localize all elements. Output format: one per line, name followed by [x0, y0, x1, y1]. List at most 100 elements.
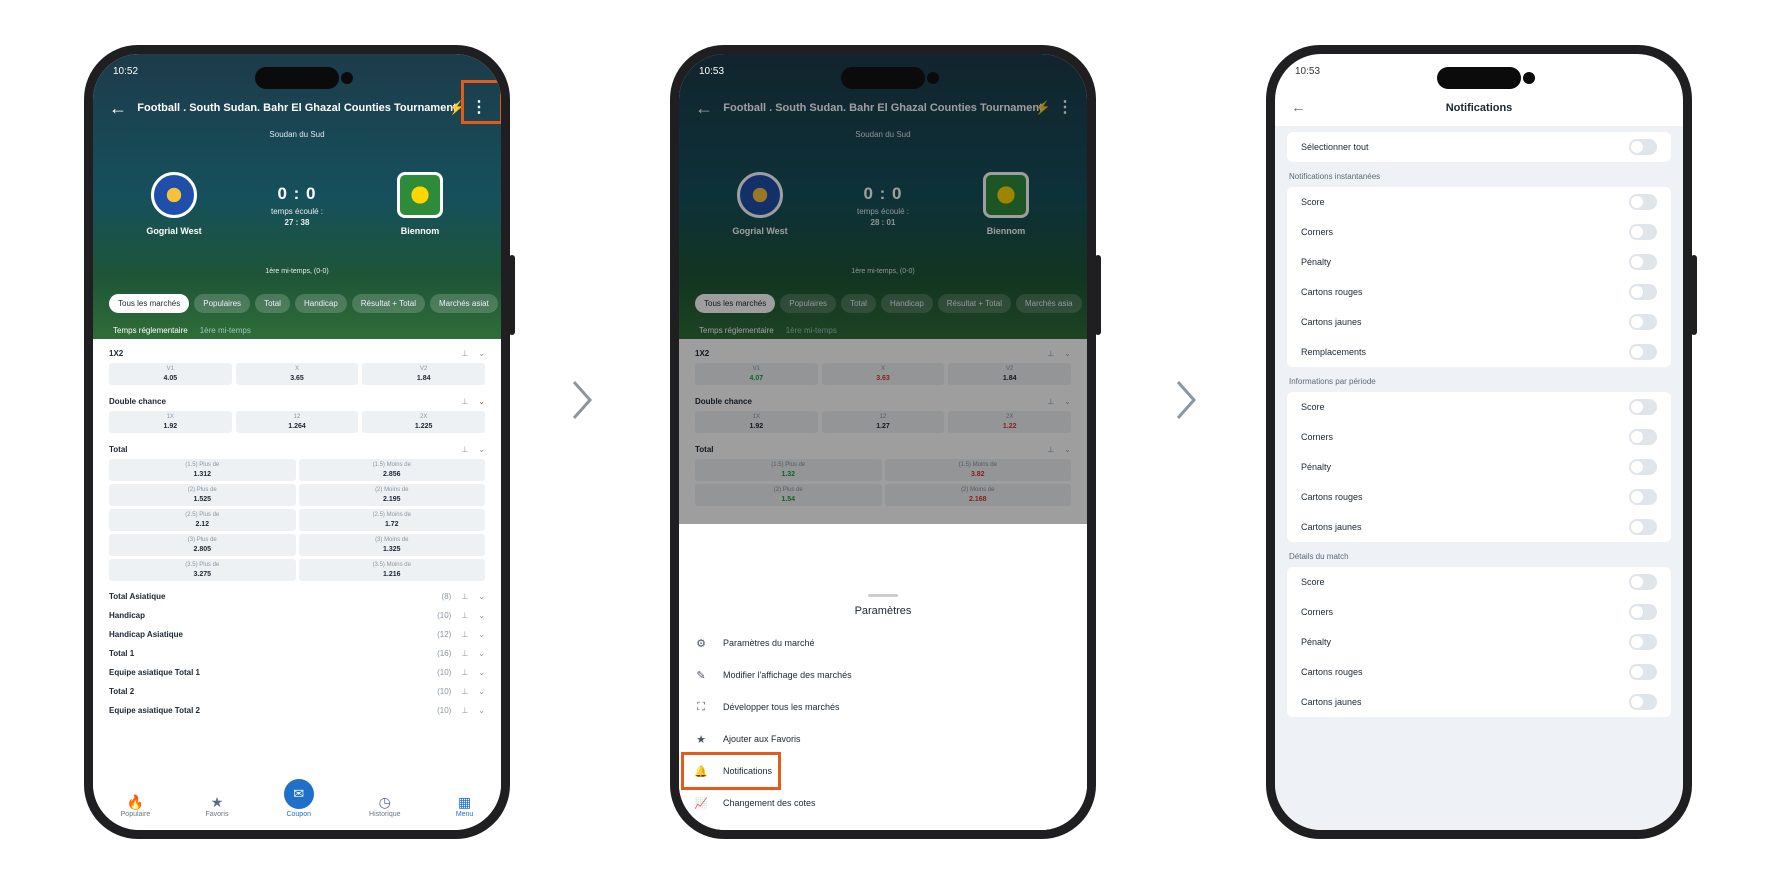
tab-history[interactable]: ◷ Historique	[369, 794, 401, 818]
chevron-down-icon[interactable]: ⌄	[478, 592, 485, 601]
odd-button[interactable]: X 3.65	[235, 363, 359, 385]
tab-first-half[interactable]: 1ère mi-temps	[200, 326, 251, 335]
odd-button[interactable]: (2) Moins de 2.195	[298, 484, 485, 506]
toggle-switch[interactable]	[1629, 194, 1657, 210]
chip-all-markets[interactable]: Tous les marchés	[109, 294, 190, 313]
toggle-switch[interactable]	[1629, 574, 1657, 590]
odd-button[interactable]: (2) Plus de 1.525	[109, 484, 296, 506]
toggle-switch[interactable]	[1629, 459, 1657, 475]
toggle-row[interactable]: Corners	[1301, 597, 1657, 627]
pin-icon[interactable]: ⊥	[461, 668, 468, 677]
market-double-header[interactable]: Double chance ⊥ ⌄	[109, 391, 485, 411]
toggle-switch[interactable]	[1629, 634, 1657, 650]
toggle-row[interactable]: Cartons jaunes	[1301, 687, 1657, 717]
market-row[interactable]: Total 2 (10) ⊥ ⌄	[109, 682, 485, 701]
odd-button[interactable]: 12 1.264	[235, 411, 359, 433]
pin-icon[interactable]: ⊥	[461, 397, 468, 406]
chevron-down-icon[interactable]: ⌄	[478, 630, 485, 639]
dim-overlay[interactable]	[679, 54, 1087, 524]
toggle-switch[interactable]	[1629, 604, 1657, 620]
chip-result-total[interactable]: Résultat + Total	[351, 294, 425, 313]
market-total-header[interactable]: Total ⊥ ⌄	[109, 439, 485, 459]
pin-icon[interactable]: ⊥	[461, 687, 468, 696]
toggle-switch[interactable]	[1629, 314, 1657, 330]
tab-menu[interactable]: ▦ Menu	[456, 794, 474, 818]
market-row[interactable]: Equipe asiatique Total 1 (10) ⊥ ⌄	[109, 663, 485, 682]
toggle-switch[interactable]	[1629, 519, 1657, 535]
toggle-row[interactable]: Score	[1301, 187, 1657, 217]
chevron-down-icon[interactable]: ⌄	[478, 445, 485, 454]
market-1x2-header[interactable]: 1X2 ⊥ ⌄	[109, 343, 485, 363]
toggle-row[interactable]: Cartons rouges	[1301, 657, 1657, 687]
pin-icon[interactable]: ⊥	[461, 706, 468, 715]
menu-notifications[interactable]: 🔔 Notifications	[679, 752, 1087, 790]
pin-icon[interactable]: ⊥	[461, 592, 468, 601]
toggle-row[interactable]: Score	[1301, 392, 1657, 422]
select-all-row[interactable]: Sélectionner tout	[1301, 132, 1657, 162]
market-row[interactable]: Total Asiatique (8) ⊥ ⌄	[109, 587, 485, 606]
odd-button[interactable]: (1.5) Plus de 1.312	[109, 459, 296, 481]
odd-button[interactable]: (1.5) Moins de 2.856	[298, 459, 485, 481]
odd-button[interactable]: (2.5) Moins de 1.72	[298, 509, 485, 531]
back-arrow-icon[interactable]: ←	[1291, 90, 1306, 126]
toggle-switch[interactable]	[1629, 139, 1657, 155]
toggle-row[interactable]: Cartons jaunes	[1301, 512, 1657, 542]
chevron-down-icon[interactable]: ⌄	[478, 687, 485, 696]
tab-favorites[interactable]: ★ Favoris	[206, 794, 229, 818]
toggle-row[interactable]: Cartons rouges	[1301, 277, 1657, 307]
chevron-down-icon[interactable]: ⌄	[478, 397, 485, 406]
menu-market-settings[interactable]: ⚙ Paramètres du marché	[679, 627, 1087, 659]
toggle-switch[interactable]	[1629, 399, 1657, 415]
toggle-switch[interactable]	[1629, 694, 1657, 710]
toggle-row[interactable]: Pénalty	[1301, 627, 1657, 657]
menu-odds-change[interactable]: 📈 Changement des cotes	[679, 787, 1087, 819]
toggle-row[interactable]: Score	[1301, 567, 1657, 597]
pin-icon[interactable]: ⊥	[461, 611, 468, 620]
menu-add-favorites[interactable]: ★ Ajouter aux Favoris	[679, 723, 1087, 755]
market-row[interactable]: Equipe asiatique Total 2 (10) ⊥ ⌄	[109, 701, 485, 720]
odd-button[interactable]: V2 1.84	[362, 363, 486, 385]
toggle-row[interactable]: Corners	[1301, 217, 1657, 247]
menu-edit-display[interactable]: ✎ Modifier l'affichage des marchés	[679, 659, 1087, 691]
chip-asian-markets[interactable]: Marchés asiat	[430, 294, 498, 313]
chevron-down-icon[interactable]: ⌄	[478, 649, 485, 658]
chevron-down-icon[interactable]: ⌄	[478, 349, 485, 358]
pin-icon[interactable]: ⊥	[461, 630, 468, 639]
odd-button[interactable]: (3.5) Moins de 1.216	[298, 559, 485, 581]
pin-icon[interactable]: ⊥	[461, 649, 468, 658]
pin-icon[interactable]: ⊥	[461, 349, 468, 358]
back-arrow-icon[interactable]: ←	[109, 90, 127, 126]
chevron-down-icon[interactable]: ⌄	[478, 668, 485, 677]
toggle-row[interactable]: Cartons rouges	[1301, 482, 1657, 512]
odd-button[interactable]: (3) Moins de 1.325	[298, 534, 485, 556]
toggle-switch[interactable]	[1629, 254, 1657, 270]
toggle-switch[interactable]	[1629, 344, 1657, 360]
odd-button[interactable]: (3) Plus de 2.805	[109, 534, 296, 556]
odd-button[interactable]: 2X 1.225	[362, 411, 486, 433]
toggle-switch[interactable]	[1629, 429, 1657, 445]
market-row[interactable]: Handicap (10) ⊥ ⌄	[109, 606, 485, 625]
tab-popular[interactable]: 🔥 Populaire	[121, 794, 151, 818]
market-row[interactable]: Total 1 (16) ⊥ ⌄	[109, 644, 485, 663]
toggle-row[interactable]: Remplacements	[1301, 337, 1657, 367]
toggle-row[interactable]: Pénalty	[1301, 452, 1657, 482]
toggle-switch[interactable]	[1629, 224, 1657, 240]
odd-button[interactable]: 1X 1.92	[109, 411, 232, 433]
chip-total[interactable]: Total	[255, 294, 290, 313]
pin-icon[interactable]: ⊥	[461, 445, 468, 454]
menu-expand-all[interactable]: ⛶ Développer tous les marchés	[679, 691, 1087, 723]
toggle-row[interactable]: Corners	[1301, 422, 1657, 452]
tab-regular-time[interactable]: Temps réglementaire	[113, 326, 188, 335]
sheet-grip[interactable]	[868, 594, 898, 597]
toggle-switch[interactable]	[1629, 664, 1657, 680]
toggle-switch[interactable]	[1629, 284, 1657, 300]
chevron-down-icon[interactable]: ⌄	[478, 706, 485, 715]
toggle-row[interactable]: Cartons jaunes	[1301, 307, 1657, 337]
toggle-switch[interactable]	[1629, 489, 1657, 505]
odd-button[interactable]: V1 4.05	[109, 363, 232, 385]
chip-popular[interactable]: Populaires	[194, 294, 251, 313]
odd-button[interactable]: (2.5) Plus de 2.12	[109, 509, 296, 531]
tab-coupon[interactable]: ✉ Coupon	[283, 779, 314, 818]
market-row[interactable]: Handicap Asiatique (12) ⊥ ⌄	[109, 625, 485, 644]
odd-button[interactable]: (3.5) Plus de 3.275	[109, 559, 296, 581]
